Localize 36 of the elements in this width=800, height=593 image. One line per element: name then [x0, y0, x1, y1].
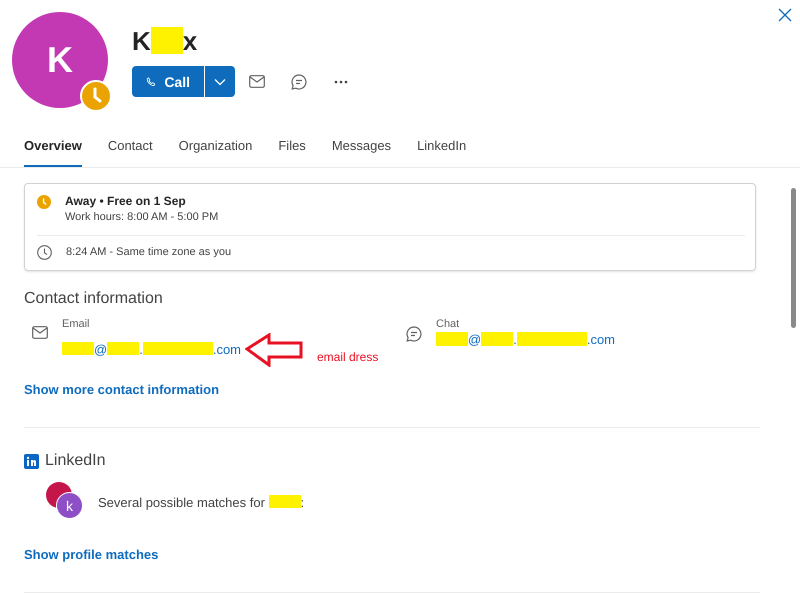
scrollbar[interactable] — [791, 188, 796, 328]
tab[interactable]: Overview — [24, 126, 82, 167]
contact-name: K x — [132, 26, 198, 56]
more-icon — [334, 80, 348, 84]
section-heading: Contact information — [24, 290, 164, 308]
annotation-note: email dress — [317, 350, 378, 364]
mail-icon — [249, 75, 265, 88]
tab[interactable]: Contact — [108, 126, 153, 167]
status-title: Away • Free on 1 Sep — [65, 193, 187, 210]
chat-icon — [291, 74, 307, 90]
tab[interactable]: Files — [278, 126, 306, 167]
caret-icon — [214, 78, 226, 86]
field-label: Email — [62, 317, 91, 331]
avatar: K — [12, 12, 108, 108]
field-label: Chat — [436, 317, 460, 331]
work-hours: Work hours: 8:00 AM - 5:00 PM — [65, 210, 218, 225]
mail-icon — [32, 326, 48, 339]
annotation-arrow — [245, 333, 305, 367]
call-options-button[interactable] — [204, 66, 235, 97]
show-more-link[interactable]: Show more contact information — [24, 382, 220, 397]
show-profile-matches-link[interactable]: Show profile matches — [24, 547, 158, 562]
tab[interactable]: Messages — [332, 126, 392, 167]
close-button[interactable] — [776, 6, 794, 24]
tab[interactable]: LinkedIn — [417, 126, 466, 167]
call-button[interactable]: Call — [132, 66, 204, 97]
chat-icon — [406, 326, 422, 342]
linkedin-logo-icon — [24, 454, 39, 468]
match-message: Several possible matches for : — [98, 494, 304, 510]
chat-link[interactable]: @ . .com — [436, 331, 615, 348]
section-heading: LinkedIn — [45, 452, 106, 470]
tab[interactable]: Organization — [178, 126, 252, 167]
local-time: 8:24 AM - Same time zone as you — [66, 245, 232, 260]
email-link[interactable]: @ . .com — [62, 340, 241, 358]
avatar: k — [56, 492, 83, 519]
clock-icon — [37, 245, 52, 260]
close-icon — [776, 6, 794, 24]
